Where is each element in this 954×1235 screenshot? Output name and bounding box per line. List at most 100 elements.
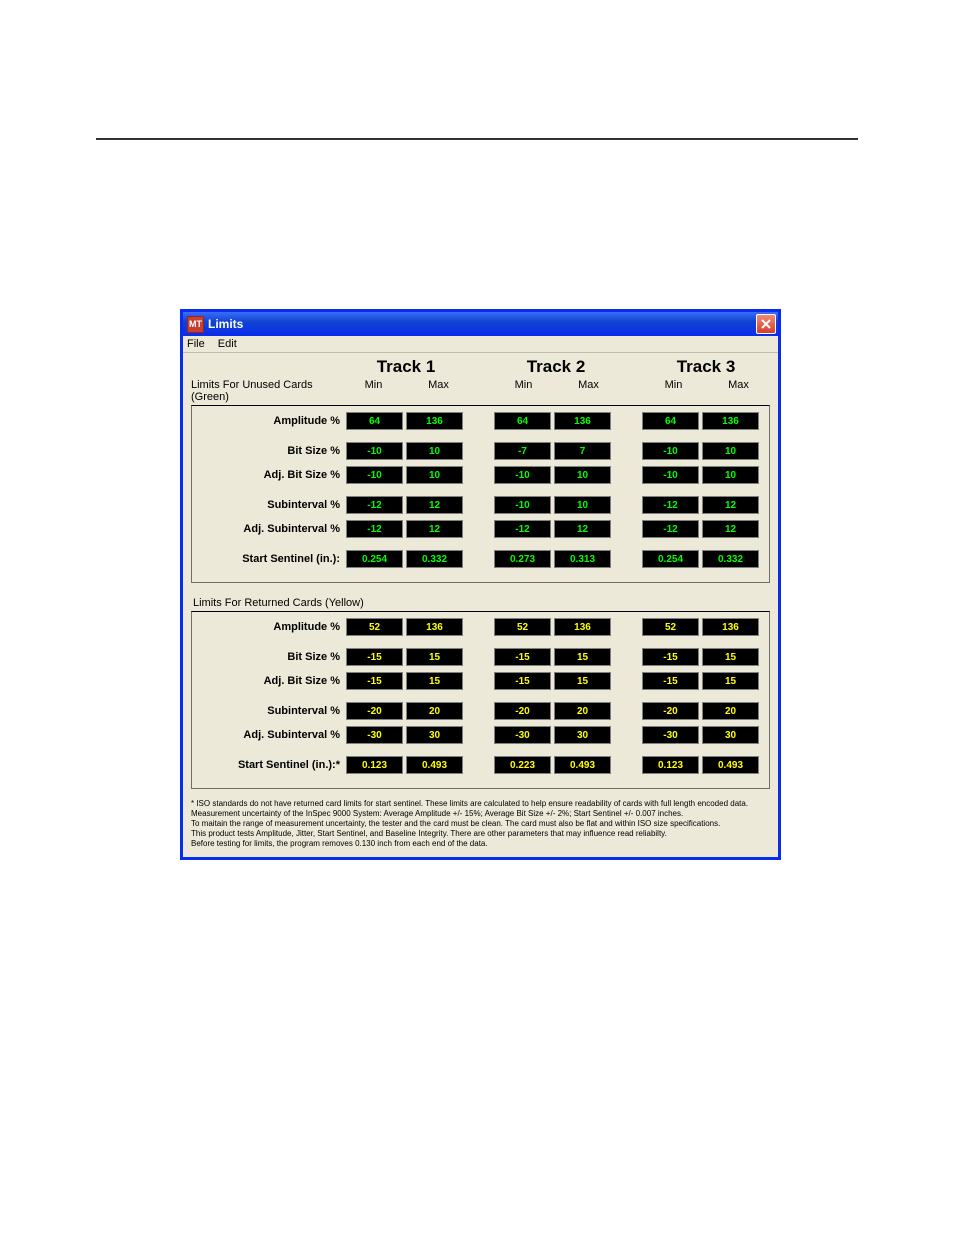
value-yellow-abit-t3-max[interactable]: 15: [702, 672, 759, 690]
value-green-abit-t2-min[interactable]: -10: [494, 466, 551, 484]
t1-min-label: Min: [341, 379, 406, 403]
value-green-bit-t3-max[interactable]: 10: [702, 442, 759, 460]
value-yellow-ss-t3-max[interactable]: 0.493: [702, 756, 759, 774]
value-yellow-bit-t2-max[interactable]: 15: [554, 648, 611, 666]
value-yellow-sub-t2-max[interactable]: 20: [554, 702, 611, 720]
value-yellow-ss-t1-max[interactable]: 0.493: [406, 756, 463, 774]
value-green-abit-t3-max[interactable]: 10: [702, 466, 759, 484]
param-row-asub: Adj. Subinterval %-3030-3030-3030: [196, 726, 765, 744]
value-green-amp-t1-min[interactable]: 64: [346, 412, 403, 430]
row-label-abit: Adj. Bit Size %: [196, 469, 346, 481]
value-yellow-amp-t3-min[interactable]: 52: [642, 618, 699, 636]
value-yellow-asub-t3-min[interactable]: -30: [642, 726, 699, 744]
value-yellow-asub-t1-min[interactable]: -30: [346, 726, 403, 744]
value-green-bit-t1-min[interactable]: -10: [346, 442, 403, 460]
value-yellow-ss-t2-max[interactable]: 0.493: [554, 756, 611, 774]
value-yellow-bit-t3-min[interactable]: -15: [642, 648, 699, 666]
value-green-abit-t1-min[interactable]: -10: [346, 466, 403, 484]
t3-max-label: Max: [706, 379, 771, 403]
value-green-amp-t3-min[interactable]: 64: [642, 412, 699, 430]
value-green-asub-t1-max[interactable]: 12: [406, 520, 463, 538]
returned-section-title: Limits For Returned Cards (Yellow): [193, 597, 770, 609]
value-yellow-amp-t2-max[interactable]: 136: [554, 618, 611, 636]
value-green-sub-t2-min[interactable]: -10: [494, 496, 551, 514]
value-yellow-bit-t1-max[interactable]: 15: [406, 648, 463, 666]
row-label-abit: Adj. Bit Size %: [196, 675, 346, 687]
value-yellow-asub-t3-max[interactable]: 30: [702, 726, 759, 744]
value-green-asub-t3-min[interactable]: -12: [642, 520, 699, 538]
value-green-asub-t2-min[interactable]: -12: [494, 520, 551, 538]
param-row-ss: Start Sentinel (in.):*0.1230.4930.2230.4…: [196, 756, 765, 774]
value-green-bit-t2-max[interactable]: 7: [554, 442, 611, 460]
value-yellow-asub-t2-min[interactable]: -30: [494, 726, 551, 744]
value-yellow-ss-t2-min[interactable]: 0.223: [494, 756, 551, 774]
value-yellow-ss-t1-min[interactable]: 0.123: [346, 756, 403, 774]
sub-headers: Limits For Unused Cards (Green) Min Max …: [191, 379, 770, 403]
value-green-abit-t2-max[interactable]: 10: [554, 466, 611, 484]
value-green-bit-t2-min[interactable]: -7: [494, 442, 551, 460]
param-row-asub: Adj. Subinterval %-1212-1212-1212: [196, 520, 765, 538]
value-yellow-amp-t1-max[interactable]: 136: [406, 618, 463, 636]
value-green-bit-t3-min[interactable]: -10: [642, 442, 699, 460]
value-yellow-bit-t2-min[interactable]: -15: [494, 648, 551, 666]
value-yellow-bit-t1-min[interactable]: -15: [346, 648, 403, 666]
value-yellow-abit-t2-max[interactable]: 15: [554, 672, 611, 690]
value-green-ss-t3-max[interactable]: 0.332: [702, 550, 759, 568]
value-green-amp-t2-max[interactable]: 136: [554, 412, 611, 430]
row-label-ss: Start Sentinel (in.):: [196, 553, 346, 565]
value-yellow-sub-t1-max[interactable]: 20: [406, 702, 463, 720]
value-green-ss-t3-min[interactable]: 0.254: [642, 550, 699, 568]
value-yellow-abit-t3-min[interactable]: -15: [642, 672, 699, 690]
value-yellow-abit-t1-min[interactable]: -15: [346, 672, 403, 690]
titlebar: MT Limits: [183, 312, 778, 336]
row-label-sub: Subinterval %: [196, 705, 346, 717]
value-green-asub-t2-max[interactable]: 12: [554, 520, 611, 538]
value-yellow-sub-t2-min[interactable]: -20: [494, 702, 551, 720]
value-green-sub-t1-min[interactable]: -12: [346, 496, 403, 514]
t1-max-label: Max: [406, 379, 471, 403]
value-yellow-sub-t3-min[interactable]: -20: [642, 702, 699, 720]
value-yellow-ss-t3-min[interactable]: 0.123: [642, 756, 699, 774]
window-client: Track 1 Track 2 Track 3 Limits For Unuse…: [183, 353, 778, 857]
param-row-bit: Bit Size %-1515-1515-1515: [196, 648, 765, 666]
value-green-sub-t3-min[interactable]: -12: [642, 496, 699, 514]
unused-cards-group: Amplitude %641366413664136Bit Size %-101…: [191, 405, 770, 583]
value-green-bit-t1-max[interactable]: 10: [406, 442, 463, 460]
value-green-abit-t1-max[interactable]: 10: [406, 466, 463, 484]
returned-cards-group: Amplitude %521365213652136Bit Size %-151…: [191, 611, 770, 789]
value-green-asub-t1-min[interactable]: -12: [346, 520, 403, 538]
param-row-abit: Adj. Bit Size %-1010-1010-1010: [196, 466, 765, 484]
value-green-ss-t2-max[interactable]: 0.313: [554, 550, 611, 568]
value-yellow-amp-t3-max[interactable]: 136: [702, 618, 759, 636]
close-icon: [761, 319, 771, 329]
page-divider: [96, 138, 858, 140]
value-green-sub-t3-max[interactable]: 12: [702, 496, 759, 514]
param-row-bit: Bit Size %-1010-77-1010: [196, 442, 765, 460]
row-label-asub: Adj. Subinterval %: [196, 729, 346, 741]
row-label-bit: Bit Size %: [196, 651, 346, 663]
value-green-sub-t2-max[interactable]: 10: [554, 496, 611, 514]
value-yellow-abit-t2-min[interactable]: -15: [494, 672, 551, 690]
value-yellow-sub-t3-max[interactable]: 20: [702, 702, 759, 720]
value-green-abit-t3-min[interactable]: -10: [642, 466, 699, 484]
value-green-amp-t3-max[interactable]: 136: [702, 412, 759, 430]
value-yellow-amp-t1-min[interactable]: 52: [346, 618, 403, 636]
value-yellow-abit-t1-max[interactable]: 15: [406, 672, 463, 690]
value-green-ss-t2-min[interactable]: 0.273: [494, 550, 551, 568]
value-green-amp-t1-max[interactable]: 136: [406, 412, 463, 430]
unused-section-title: Limits For Unused Cards (Green): [191, 379, 341, 403]
value-yellow-asub-t1-max[interactable]: 30: [406, 726, 463, 744]
value-green-ss-t1-min[interactable]: 0.254: [346, 550, 403, 568]
value-yellow-bit-t3-max[interactable]: 15: [702, 648, 759, 666]
close-button[interactable]: [756, 314, 776, 334]
menu-file[interactable]: File: [187, 338, 205, 350]
value-yellow-sub-t1-min[interactable]: -20: [346, 702, 403, 720]
menu-edit[interactable]: Edit: [218, 338, 237, 350]
value-yellow-amp-t2-min[interactable]: 52: [494, 618, 551, 636]
value-green-asub-t3-max[interactable]: 12: [702, 520, 759, 538]
value-yellow-asub-t2-max[interactable]: 30: [554, 726, 611, 744]
track1-header: Track 1: [341, 357, 471, 377]
value-green-ss-t1-max[interactable]: 0.332: [406, 550, 463, 568]
value-green-sub-t1-max[interactable]: 12: [406, 496, 463, 514]
value-green-amp-t2-min[interactable]: 64: [494, 412, 551, 430]
